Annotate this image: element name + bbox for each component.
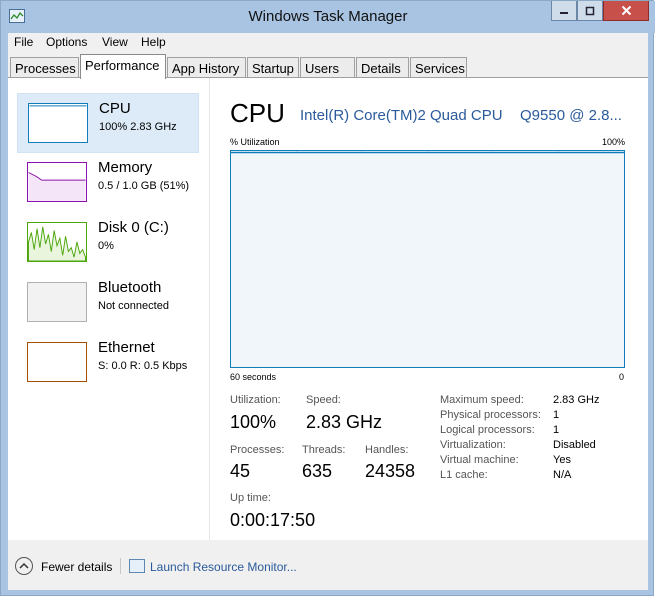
graph-time-label: 60 seconds <box>230 372 277 382</box>
detail-key: Virtualization: <box>440 439 506 451</box>
footer-bar: Fewer details Launch Resource Monitor... <box>8 540 648 590</box>
uptime-label: Up time: <box>230 492 271 504</box>
detail-key: Physical processors: <box>440 409 541 421</box>
menu-bar: File Options View Help <box>8 33 648 53</box>
detail-key: L1 cache: <box>440 469 488 481</box>
detail-value: 2.83 GHz <box>553 394 600 406</box>
utilization-value: 100% <box>230 412 277 432</box>
ethernet-thumbnail-graph <box>27 342 87 382</box>
menu-help[interactable]: Help <box>141 35 166 49</box>
bluetooth-thumbnail-graph <box>27 282 87 322</box>
threads-value: 635 <box>302 461 333 481</box>
fewer-details-link[interactable]: Fewer details <box>41 560 112 574</box>
resource-monitor-icon <box>129 559 145 573</box>
footer-separator <box>120 558 121 574</box>
cpu-thumbnail-graph <box>28 103 88 143</box>
sidebar-item-detail: S: 0.0 R: 0.5 Kbps <box>98 360 188 372</box>
resource-sidebar: CPU 100% 2.83 GHz Memory 0.5 / 1.0 GB (5… <box>8 78 210 541</box>
detail-value: 1 <box>553 409 560 421</box>
menu-view[interactable]: View <box>102 35 128 49</box>
tab-startup[interactable]: Startup <box>247 57 299 77</box>
tab-app-history[interactable]: App History <box>167 57 246 77</box>
disk-thumbnail-graph <box>27 222 87 262</box>
tab-services[interactable]: Services <box>410 57 467 77</box>
menu-options[interactable]: Options <box>46 35 87 49</box>
launch-resource-monitor-link[interactable]: Launch Resource Monitor... <box>150 560 297 574</box>
sidebar-item-detail: 100% 2.83 GHz <box>99 121 177 133</box>
graph-min-label: 0 <box>619 372 625 382</box>
detail-value: Yes <box>553 454 571 466</box>
tab-strip: Processes Performance App History Startu… <box>8 53 648 79</box>
fewer-details-button[interactable] <box>15 557 33 575</box>
sidebar-item-detail: 0.5 / 1.0 GB (51%) <box>98 180 190 192</box>
tab-details[interactable]: Details <box>356 57 409 77</box>
detail-value: Disabled <box>553 439 596 451</box>
sidebar-item-detail: Not connected <box>98 300 169 312</box>
minimize-button[interactable] <box>551 1 577 21</box>
handles-value: 24358 <box>365 461 416 481</box>
detail-key: Logical processors: <box>440 424 535 436</box>
graph-max-label: 100% <box>601 137 625 147</box>
speed-label: Speed: <box>306 394 341 406</box>
sidebar-item-label: CPU <box>99 100 131 117</box>
memory-thumbnail-graph <box>27 162 87 202</box>
speed-value: 2.83 GHz <box>306 412 383 432</box>
close-icon <box>621 5 631 16</box>
cpu-model-name: Intel(R) Core(TM)2 Quad CPU <box>300 107 503 124</box>
close-button[interactable] <box>603 1 649 21</box>
detail-value: 1 <box>553 424 560 436</box>
detail-key: Maximum speed: <box>440 394 524 406</box>
maximize-icon <box>585 6 595 15</box>
detail-value: N/A <box>553 469 572 481</box>
threads-label: Threads: <box>302 444 346 456</box>
sidebar-item-detail: 0% <box>98 240 114 252</box>
uptime-value: 0:00:17:50 <box>230 510 316 530</box>
tab-processes[interactable]: Processes <box>10 57 79 77</box>
sidebar-item-label: Bluetooth <box>98 279 162 296</box>
task-manager-window: Windows Task Manager File Options View H… <box>0 0 655 596</box>
sidebar-item-label: Memory <box>98 159 153 176</box>
resource-title: CPU <box>230 98 285 128</box>
sidebar-item-label: Ethernet <box>98 339 155 356</box>
minimize-icon <box>560 11 568 14</box>
sidebar-item-ethernet[interactable]: Ethernet S: 0.0 R: 0.5 Kbps <box>17 333 199 393</box>
cpu-model-speed: Q9550 @ 2.8... <box>520 107 622 124</box>
utilization-fill <box>231 152 624 367</box>
performance-panel: CPU 100% 2.83 GHz Memory 0.5 / 1.0 GB (5… <box>8 77 648 541</box>
sidebar-item-cpu[interactable]: CPU 100% 2.83 GHz <box>17 93 199 153</box>
tab-performance[interactable]: Performance <box>80 54 166 79</box>
detail-key: Virtual machine: <box>440 454 519 466</box>
title-bar[interactable]: Windows Task Manager <box>1 1 655 33</box>
sidebar-item-bluetooth[interactable]: Bluetooth Not connected <box>17 273 199 333</box>
tab-users[interactable]: Users <box>300 57 355 77</box>
maximize-button[interactable] <box>577 1 603 21</box>
cpu-utilization-graph <box>230 150 625 368</box>
cpu-detail-pane: CPU Intel(R) Core(TM)2 Quad CPU Q9550 @ … <box>228 78 648 541</box>
menu-file[interactable]: File <box>14 35 33 49</box>
handles-label: Handles: <box>365 444 409 456</box>
sidebar-item-label: Disk 0 (C:) <box>98 219 169 236</box>
processes-value: 45 <box>230 461 251 481</box>
chevron-up-icon <box>19 562 29 569</box>
window-controls <box>551 1 649 21</box>
sidebar-item-memory[interactable]: Memory 0.5 / 1.0 GB (51%) <box>17 153 199 213</box>
processes-label: Processes: <box>230 444 285 456</box>
sidebar-item-disk[interactable]: Disk 0 (C:) 0% <box>17 213 199 273</box>
utilization-label: Utilization: <box>230 394 281 406</box>
graph-axis-label: % Utilization <box>230 137 280 147</box>
